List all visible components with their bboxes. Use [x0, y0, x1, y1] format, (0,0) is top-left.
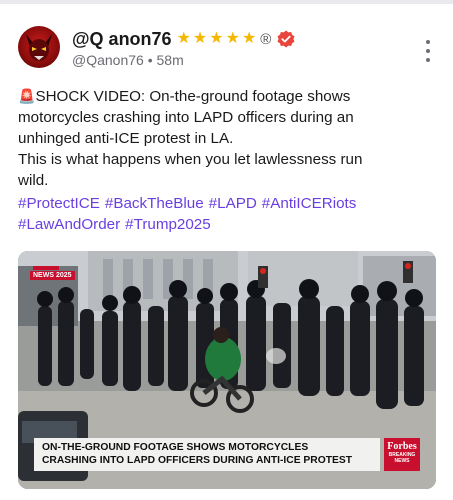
post-text-line: wild. [18, 172, 49, 189]
post-text-line: motorcycles crashing into LAPD officers … [18, 109, 354, 126]
caption-line: ON-THE-GROUND FOOTAGE SHOWS MOTORCYCLES [42, 442, 309, 453]
hashtag-row: #ProtectICE #BackTheBlue #LAPD #AntiICERiot… [18, 193, 438, 214]
avatar[interactable] [18, 26, 60, 68]
hashtag-link[interactable]: #BackTheBlue [105, 195, 204, 212]
hashtag-link[interactable]: #Trump2025 [125, 216, 211, 233]
hashtag-list: #ProtectICE #BackTheBlue #LAPD #AntiICERiot… [18, 193, 438, 235]
author-display-name[interactable]: @Q anon76 [72, 29, 172, 50]
caption-line: CRASHING INTO LAPD OFFICERS DURING ANTI-… [42, 455, 353, 466]
star-icon: ★ [176, 30, 191, 47]
registered-mark: ® [260, 30, 272, 48]
post-body: 🚨SHOCK VIDEO: On-the-ground footage show… [18, 86, 438, 191]
author-handle[interactable]: @Qanon76 [72, 52, 144, 68]
top-divider [0, 0, 453, 4]
author-name-row: @Q anon76 ★ ★ ★ ★ ★ ® [72, 28, 295, 50]
hashtag-link[interactable]: #LAPD [209, 195, 257, 212]
star-icon: ★ [209, 30, 224, 47]
video-thumbnail[interactable]: NEWS 2025 ON-THE-GROUND FOOTAGE SHOWS MO… [18, 251, 436, 489]
more-options-icon[interactable] [424, 40, 432, 62]
hashtag-link[interactable]: #LawAndOrder [18, 216, 120, 233]
star-icon: ★ [225, 30, 240, 47]
post-text-line: unhinged anti-ICE protest in LA. [18, 130, 234, 147]
hashtag-link[interactable]: #AntiICERiots [262, 195, 357, 212]
verified-badge-icon [277, 30, 295, 48]
brand-sub: NEWS [394, 458, 410, 464]
hashtag-link[interactable]: #ProtectICE [18, 195, 100, 212]
video-caption: ON-THE-GROUND FOOTAGE SHOWS MOTORCYCLES … [34, 438, 380, 471]
forbes-logo: Forbes BREAKING NEWS [384, 438, 420, 471]
star-icon: ★ [241, 30, 257, 47]
author-meta: @Qanon76 • 58m [72, 52, 184, 68]
post-timestamp[interactable]: 58m [157, 52, 184, 68]
post-text-line: This is what happens when you let lawles… [18, 151, 363, 168]
news-corner-tag: NEWS 2025 [30, 271, 75, 280]
hashtag-row: #LawAndOrder #Trump2025 [18, 214, 438, 235]
post-header: @Q anon76 ★ ★ ★ ★ ★ ® @Qanon76 • 58m [18, 26, 438, 76]
post-text-line: 🚨SHOCK VIDEO: On-the-ground footage show… [18, 88, 351, 105]
siren-icon: 🚨 [18, 88, 36, 104]
star-icon: ★ [192, 30, 208, 47]
meta-separator: • [147, 52, 153, 68]
brand-name: Forbes [387, 441, 417, 452]
